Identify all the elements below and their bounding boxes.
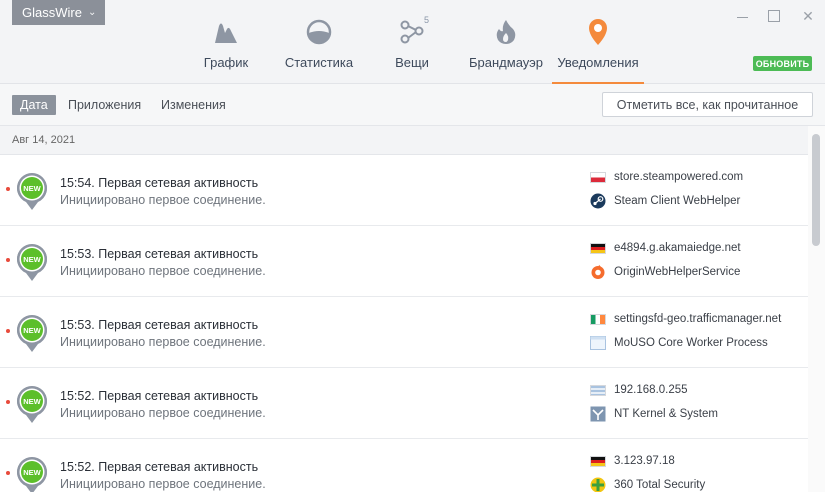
stats-icon [304, 18, 334, 46]
tab-things[interactable]: 5 Вещи [386, 15, 438, 84]
new-badge-icon: NEW [15, 171, 49, 211]
alert-host[interactable]: 192.168.0.255 [590, 384, 688, 396]
360-security-icon [590, 477, 606, 492]
date-group-header: Авг 14, 2021 [0, 126, 808, 155]
alert-process[interactable]: NT Kernel & System [590, 406, 718, 422]
tab-label: График [203, 55, 249, 70]
top-bar: GlassWire ⌄ ✕ График Статистика 5 Вещи Б… [0, 0, 825, 84]
tab-statistics[interactable]: Статистика [280, 18, 358, 84]
alert-subtitle: Инициировано первое соединение. [60, 193, 266, 207]
unread-dot [6, 400, 10, 404]
alert-title: 15:52. Первая сетевая активность [60, 460, 259, 474]
local-network-icon [590, 384, 606, 396]
tab-label: Уведомления [557, 55, 639, 70]
new-badge-text: NEW [23, 468, 41, 477]
tab-graph[interactable]: График [196, 18, 256, 84]
alert-process[interactable]: MoUSO Core Worker Process [590, 335, 768, 351]
host-label: 192.168.0.255 [614, 384, 688, 396]
new-badge-text: NEW [23, 326, 41, 335]
alerts-icon [583, 18, 613, 46]
process-label: MoUSO Core Worker Process [614, 337, 768, 349]
alert-process[interactable]: Steam Client WebHelper [590, 193, 740, 209]
process-label: 360 Total Security [614, 479, 706, 491]
new-badge-icon: NEW [15, 242, 49, 282]
flag-ireland-icon [590, 313, 606, 325]
host-label: e4894.g.akamaiedge.net [614, 242, 741, 254]
unread-dot [6, 471, 10, 475]
alert-row[interactable]: NEW 15:52. Первая сетевая активность Ини… [0, 439, 808, 492]
alerts-list: Авг 14, 2021 NEW 15:54. Первая сетевая а… [0, 126, 808, 492]
new-badge-icon: NEW [15, 384, 49, 424]
tab-label: Брандмауэр [469, 55, 543, 70]
process-label: NT Kernel & System [614, 408, 718, 420]
new-badge-text: NEW [23, 397, 41, 406]
tab-alerts[interactable]: Уведомления [552, 18, 644, 84]
origin-icon [590, 264, 606, 280]
things-count: 5 [423, 15, 429, 25]
alert-host[interactable]: 3.123.97.18 [590, 455, 675, 467]
process-label: Steam Client WebHelper [614, 195, 741, 207]
new-badge-icon: NEW [15, 455, 49, 492]
alert-title: 15:52. Первая сетевая активность [60, 389, 259, 403]
host-label: settingsfd-geo.trafficmanager.net [614, 313, 782, 325]
main-nav: График Статистика 5 Вещи Брандмауэр Увед… [0, 15, 825, 84]
filter-tab-changes[interactable]: Изменения [161, 95, 226, 115]
alert-process[interactable]: 360 Total Security [590, 477, 705, 492]
alert-subtitle: Инициировано первое соединение. [60, 264, 266, 278]
filter-tab-apps[interactable]: Приложения [68, 95, 141, 115]
things-icon: 5 [397, 15, 429, 46]
graph-icon [211, 18, 241, 46]
scrollbar-thumb[interactable] [812, 134, 820, 246]
firewall-icon [491, 18, 521, 46]
flag-germany-icon [590, 242, 606, 254]
filter-tab-date[interactable]: Дата [12, 95, 56, 115]
filter-bar: Дата Приложения Изменения Отметить все, … [0, 84, 825, 126]
new-badge-text: NEW [23, 255, 41, 264]
host-label: 3.123.97.18 [614, 455, 675, 467]
mark-all-read-button[interactable]: Отметить все, как прочитанное [602, 92, 813, 117]
alert-host[interactable]: store.steampowered.com [590, 171, 743, 183]
alert-row[interactable]: NEW 15:52. Первая сетевая активность Ини… [0, 368, 808, 439]
alert-row[interactable]: NEW 15:53. Первая сетевая активность Ини… [0, 297, 808, 368]
alert-title: 15:53. Первая сетевая активность [60, 247, 259, 261]
window-icon [590, 335, 606, 351]
unread-dot [6, 258, 10, 262]
tab-label: Вещи [395, 55, 429, 70]
new-badge-text: NEW [23, 184, 41, 193]
alert-process[interactable]: OriginWebHelperService [590, 264, 740, 280]
new-badge-icon: NEW [15, 313, 49, 353]
flag-germany-icon [590, 455, 606, 467]
tab-firewall[interactable]: Брандмауэр [465, 18, 547, 84]
alert-subtitle: Инициировано первое соединение. [60, 406, 266, 420]
alert-host[interactable]: settingsfd-geo.trafficmanager.net [590, 313, 781, 325]
alert-title: 15:53. Первая сетевая активность [60, 318, 259, 332]
alert-subtitle: Инициировано первое соединение. [60, 335, 266, 349]
host-label: store.steampowered.com [614, 171, 744, 183]
alert-row[interactable]: NEW 15:54. Первая сетевая активность Ини… [0, 155, 808, 226]
flag-poland-icon [590, 171, 606, 183]
alert-subtitle: Инициировано первое соединение. [60, 477, 266, 491]
steam-icon [590, 193, 606, 209]
alert-host[interactable]: e4894.g.akamaiedge.net [590, 242, 741, 254]
alert-row[interactable]: NEW 15:53. Первая сетевая активность Ини… [0, 226, 808, 297]
chevron-down-icon: ⌄ [87, 7, 97, 18]
tab-label: Статистика [284, 55, 354, 70]
update-button[interactable]: ОБНОВИТЬ [753, 56, 812, 71]
alert-title: 15:54. Первая сетевая активность [60, 176, 259, 190]
process-label: OriginWebHelperService [614, 266, 741, 278]
unread-dot [6, 329, 10, 333]
system-icon [590, 406, 606, 422]
unread-dot [6, 187, 10, 191]
